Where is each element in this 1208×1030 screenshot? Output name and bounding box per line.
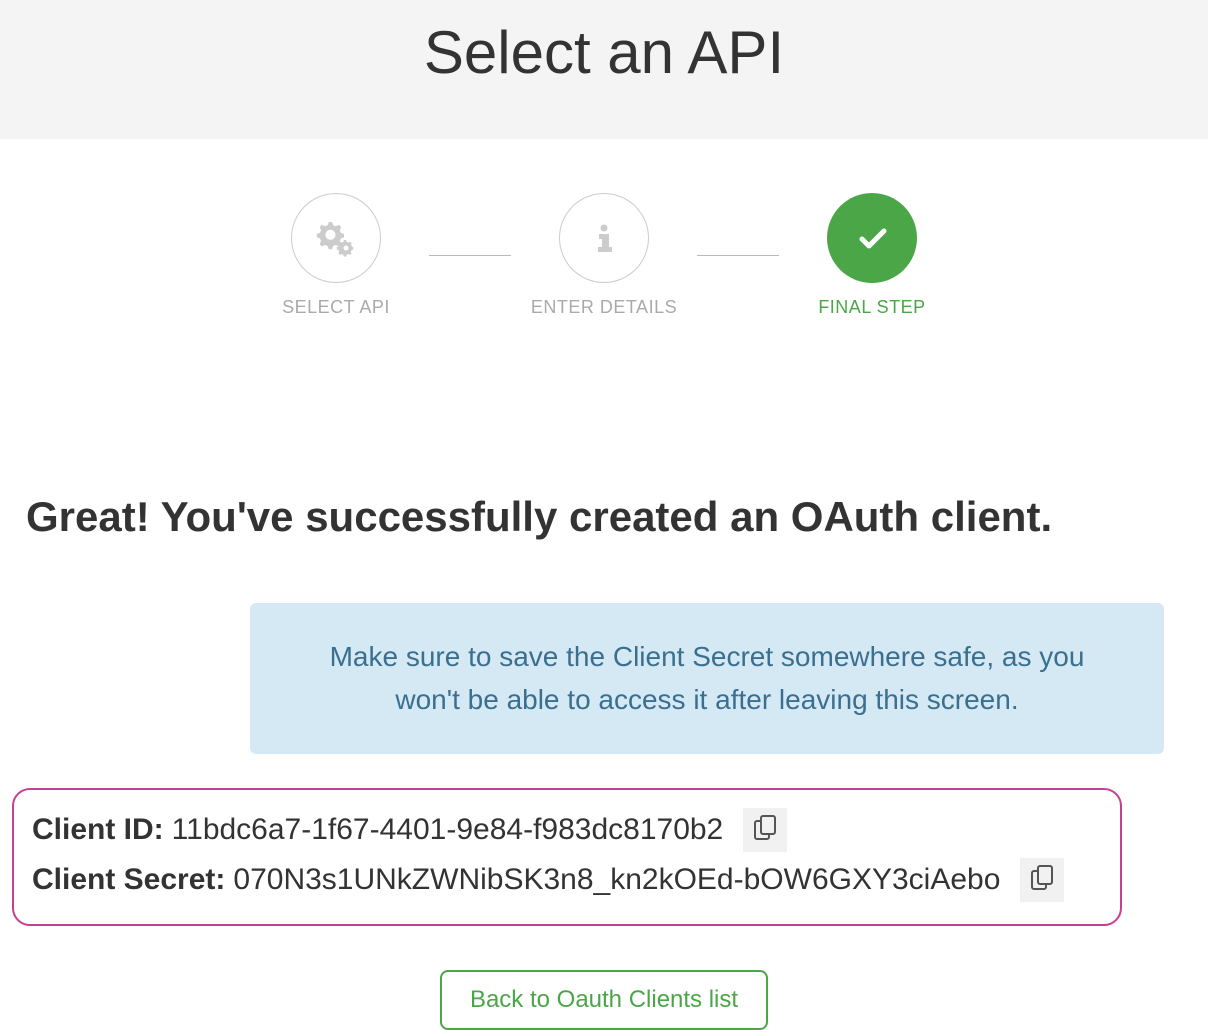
step-label-3: FINAL STEP [818, 297, 925, 318]
client-secret-label: Client Secret: [32, 863, 225, 897]
step-label-1: SELECT API [282, 297, 390, 318]
back-button-container: Back to Oauth Clients list [24, 970, 1184, 1030]
copy-icon [1029, 864, 1055, 895]
stepper: SELECT API ENTER DETAILS FINAL STEP [0, 193, 1208, 318]
step-divider-1 [429, 255, 511, 256]
success-heading: Great! You've successfully created an OA… [26, 493, 1184, 541]
back-to-list-button[interactable]: Back to Oauth Clients list [440, 970, 768, 1030]
client-id-value: 11bdc6a7-1f67-4401-9e84-f983dc8170b2 [172, 813, 724, 847]
check-icon [850, 216, 894, 260]
step-divider-2 [697, 255, 779, 256]
step-select-api: SELECT API [255, 193, 417, 318]
step-circle-3 [827, 193, 917, 283]
credentials-box: Client ID: 11bdc6a7-1f67-4401-9e84-f983d… [12, 788, 1122, 926]
step-circle-2 [559, 193, 649, 283]
copy-icon [752, 814, 778, 845]
client-secret-row: Client Secret: 070N3s1UNkZWNibSK3n8_kn2k… [32, 858, 1102, 902]
page-title: Select an API [0, 18, 1208, 87]
step-enter-details: ENTER DETAILS [523, 193, 685, 318]
info-icon [586, 220, 622, 256]
client-id-row: Client ID: 11bdc6a7-1f67-4401-9e84-f983d… [32, 808, 1102, 852]
client-secret-value: 070N3s1UNkZWNibSK3n8_kn2kOEd-bOW6GXY3ciA… [233, 863, 1000, 897]
copy-client-secret-button[interactable] [1020, 858, 1064, 902]
step-label-2: ENTER DETAILS [531, 297, 677, 318]
gears-icon [314, 216, 358, 260]
info-message-text: Make sure to save the Client Secret some… [330, 641, 1085, 715]
step-circle-1 [291, 193, 381, 283]
client-id-label: Client ID: [32, 813, 164, 847]
info-message-box: Make sure to save the Client Secret some… [250, 603, 1164, 754]
step-final: FINAL STEP [791, 193, 953, 318]
copy-client-id-button[interactable] [743, 808, 787, 852]
page-header: Select an API [0, 0, 1208, 139]
main-content: Great! You've successfully created an OA… [0, 493, 1208, 1030]
